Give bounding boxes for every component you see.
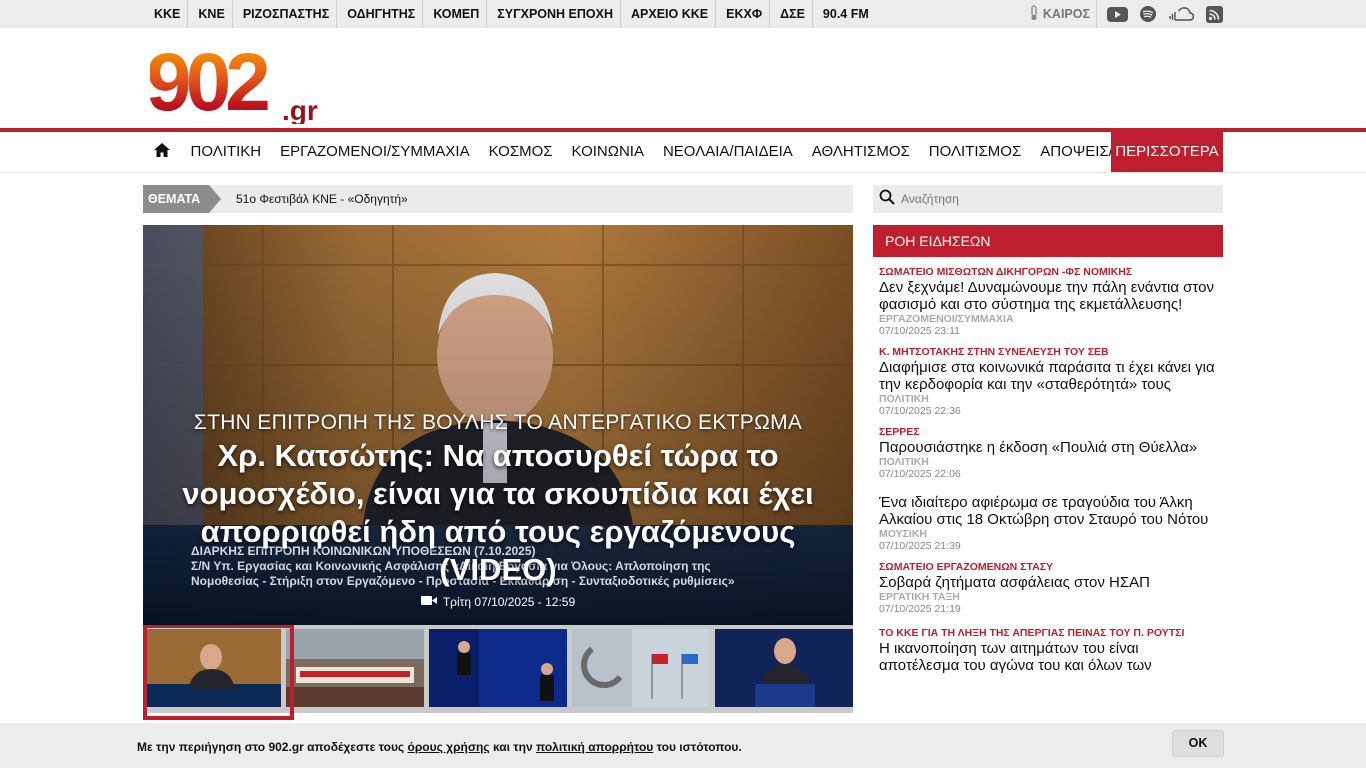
cookie-text-part: του ιστότοπου. (653, 740, 742, 754)
feed-item-section[interactable]: ΠΟΛΙΤΙΚΗ (879, 456, 1217, 468)
terms-of-use-link[interactable]: όρους χρήσης (408, 740, 490, 754)
feed-item[interactable]: ΣΩΜΑΤΕΙΟ ΕΡΓΑΖΟΜΕΝΩΝ ΣΤΑΣΥ Σοβαρά ζητήμα… (879, 561, 1217, 615)
feed-item-title[interactable]: Σοβαρά ζητήματα ασφάλειας στον ΗΣΑΠ (879, 574, 1217, 591)
nav-item-politiki[interactable]: ΠΟΛΙΤΙΚΗ (181, 132, 271, 172)
feed-item[interactable]: ΣΩΜΑΤΕΙΟ ΜΙΣΘΩΤΩΝ ΔΙΚΗΓΟΡΩΝ -ΦΣ ΝΟΜΙΚΗΣ … (879, 266, 1217, 337)
feed-item-title[interactable]: Η ικανοποίηση των αιτημάτων του είναι απ… (879, 640, 1217, 674)
search-bar (873, 185, 1223, 213)
rss-icon[interactable] (1206, 5, 1223, 23)
nav-item-athlitismos[interactable]: ΑΘΛΗΤΙΣΜΟΣ (802, 132, 919, 172)
search-input[interactable] (901, 192, 1201, 206)
top-link-komep[interactable]: ΚΟΜΕΠ (423, 0, 488, 28)
weather-link[interactable]: ΚΑΙΡΟΣ (1029, 0, 1097, 28)
news-feed: ΣΩΜΑΤΕΙΟ ΜΙΣΘΩΤΩΝ ΔΙΚΗΓΟΡΩΝ -ΦΣ ΝΟΜΙΚΗΣ … (873, 257, 1223, 674)
youtube-icon[interactable] (1107, 6, 1128, 22)
feed-item[interactable]: Κ. ΜΗΤΣΟΤΑΚΗΣ ΣΤΗΝ ΣΥΝΕΛΕΥΣΗ ΤΟΥ ΣΕΒ Δια… (879, 346, 1217, 417)
feed-item-title[interactable]: Διαφήμισε στα κοινωνικά παράσιτα τι έχει… (879, 359, 1217, 393)
hero-kicker: ΣΤΗΝ ΕΠΙΤΡΟΠΗ ΤΗΣ ΒΟΥΛΗΣ ΤΟ ΑΝΤΕΡΓΑΤΙΚΟ … (193, 411, 803, 434)
thumbnail-4[interactable] (572, 629, 710, 707)
hero-thumbnails (143, 625, 853, 720)
social-links (1097, 5, 1223, 23)
top-link-rizospastis[interactable]: ΡΙΖΟΣΠΑΣΤΗΣ (233, 0, 338, 28)
cookie-text-part: και την (489, 740, 536, 754)
more-menu-button[interactable]: ΠΕΡΙΣΣΟΤΕΡΑ (1111, 132, 1223, 172)
themata-label: ΘΕΜΑΤΑ (143, 185, 221, 213)
top-link-arxeio-kke[interactable]: ΑΡΧΕΙΟ ΚΚΕ (621, 0, 717, 28)
feed-item-date: 07/10/2025 21:39 (879, 540, 961, 552)
feed-item-category: ΣΩΜΑΤΕΙΟ ΕΡΓΑΖΟΜΕΝΩΝ ΣΤΑΣΥ (879, 561, 1054, 573)
feed-item[interactable]: ΣΕΡΡΕΣ Παρουσιάστηκε η έκδοση «Πουλιά στ… (879, 426, 1217, 480)
top-link-dse[interactable]: ΔΣΕ (770, 0, 813, 28)
hero-article[interactable]: ΔΙΑΡΚΗΣ ΕΠΙΤΡΟΠΗ ΚΟΙΝΩΝΙΚΩΝ ΥΠΟΘΕΣΕΩΝ (7… (143, 225, 853, 625)
cookie-consent-bar: Με την περιήγηση στο 902.gr αποδέχεστε τ… (0, 723, 1366, 768)
nav-item-kosmos[interactable]: ΚΟΣΜΟΣ (479, 132, 562, 172)
spotify-icon[interactable] (1140, 6, 1156, 22)
soundcloud-icon[interactable] (1168, 6, 1194, 22)
search-icon[interactable] (879, 189, 895, 210)
thumbnail-2[interactable] (286, 629, 424, 707)
logo-suffix: .gr (282, 95, 318, 124)
feed-item[interactable]: Ένα ιδιαίτερο αφιέρωμα σε τραγούδια του … (879, 494, 1217, 552)
feed-item-date: 07/10/2025 23:11 (879, 325, 960, 337)
feed-item-section[interactable]: ΕΡΓΑΖΟΜΕΝΟΙ/ΣΥΜΜΑΧΙΑ (879, 313, 1217, 325)
site-logo[interactable]: 902 .gr (146, 37, 320, 128)
feed-item[interactable]: ΤΟ ΚΚΕ ΓΙΑ ΤΗ ΛΗΞΗ ΤΗΣ ΑΠΕΡΓΙΑΣ ΠΕΙΝΑΣ Τ… (879, 627, 1217, 674)
cookie-text-part: Με την περιήγηση στο 902.gr αποδέχεστε τ… (137, 740, 408, 754)
top-link-ekxf[interactable]: ΕΚΧΦ (716, 0, 771, 28)
top-link-kke[interactable]: ΚΚΕ (143, 0, 189, 28)
cookie-ok-button[interactable]: OK (1172, 730, 1224, 757)
feed-item-date: 07/10/2025 21:19 (879, 603, 961, 615)
feed-item-date: 07/10/2025 22:36 (879, 405, 961, 417)
privacy-policy-link[interactable]: πολιτική απορρήτου (536, 740, 653, 754)
feed-item-title[interactable]: Δεν ξεχνάμε! Δυναμώνουμε την πάλη ενάντι… (879, 279, 1217, 313)
themata-topic-link[interactable]: 51ο Φεστιβάλ ΚΝΕ - «Οδηγητή» (236, 192, 408, 206)
feed-item-category: ΤΟ ΚΚΕ ΓΙΑ ΤΗ ΛΗΞΗ ΤΗΣ ΑΠΕΡΓΙΑΣ ΠΕΙΝΑΣ Τ… (879, 627, 1185, 639)
top-links: ΚΚΕ ΚΝΕ ΡΙΖΟΣΠΑΣΤΗΣ ΟΔΗΓΗΤΗΣ ΚΟΜΕΠ ΣΥΓΧΡ… (143, 0, 876, 28)
top-link-odigitis[interactable]: ΟΔΗΓΗΤΗΣ (337, 0, 424, 28)
logo-main: 902 (150, 40, 268, 124)
feed-item-category: ΣΩΜΑΤΕΙΟ ΜΙΣΘΩΤΩΝ ΔΙΚΗΓΟΡΩΝ -ΦΣ ΝΟΜΙΚΗΣ (879, 266, 1133, 278)
home-button[interactable] (143, 132, 181, 172)
main-nav: ΠΟΛΙΤΙΚΗ ΕΡΓΑΖΟΜΕΝΟΙ/ΣΥΜΜΑΧΙΑ ΚΟΣΜΟΣ ΚΟΙ… (0, 128, 1366, 173)
news-feed-heading[interactable]: ΡΟΗ ΕΙΔΗΣΕΩΝ (873, 225, 1223, 257)
home-icon (153, 142, 171, 163)
cookie-text: Με την περιήγηση στο 902.gr αποδέχεστε τ… (137, 740, 742, 754)
feed-item-section[interactable]: ΠΟΛΙΤΙΚΗ (879, 393, 1217, 405)
themata-bar: ΘΕΜΑΤΑ 51ο Φεστιβάλ ΚΝΕ - «Οδηγητή» (143, 185, 853, 213)
feed-item-category: Κ. ΜΗΤΣΟΤΑΚΗΣ ΣΤΗΝ ΣΥΝΕΛΕΥΣΗ ΤΟΥ ΣΕΒ (879, 346, 1109, 358)
nav-item-ergazomenoi[interactable]: ΕΡΓΑΖΟΜΕΝΟΙ/ΣΥΜΜΑΧΙΑ (271, 132, 480, 172)
video-camera-icon (420, 595, 437, 609)
feed-item-section[interactable]: ΜΟΥΣΙΚΗ (879, 528, 1217, 540)
site-header: 902 .gr (0, 28, 1366, 128)
hero-date: Τρίτη 07/10/2025 - 12:59 (442, 595, 576, 609)
weather-label: ΚΑΙΡΟΣ (1042, 7, 1090, 21)
feed-item-title[interactable]: Παρουσιάστηκε η έκδοση «Πουλιά στη Θύελλ… (879, 439, 1217, 456)
top-bar: ΚΚΕ ΚΝΕ ΡΙΖΟΣΠΑΣΤΗΣ ΟΔΗΓΗΤΗΣ ΚΟΜΕΠ ΣΥΓΧΡ… (0, 0, 1366, 28)
feed-item-title[interactable]: Ένα ιδιαίτερο αφιέρωμα σε τραγούδια του … (879, 494, 1217, 528)
thermometer-icon (1029, 4, 1039, 24)
nav-item-politismos[interactable]: ΠΟΛΙΤΙΣΜΟΣ (919, 132, 1030, 172)
nav-item-koinonia[interactable]: ΚΟΙΝΩΝΙΑ (562, 132, 653, 172)
thumbnail-3[interactable] (429, 629, 567, 707)
nav-item-neolaia[interactable]: ΝΕΟΛΑΙΑ/ΠΑΙΔΕΙΑ (653, 132, 802, 172)
top-link-kne[interactable]: ΚΝΕ (188, 0, 233, 28)
thumbnail-5[interactable] (715, 629, 853, 707)
feed-item-date: 07/10/2025 22:06 (879, 468, 961, 480)
thumbnail-1[interactable] (143, 629, 281, 707)
feed-item-section[interactable]: ΕΡΓΑΤΙΚΗ ΤΑΞΗ (879, 591, 1217, 603)
hero-title[interactable]: Χρ. Κατσώτης: Να αποσυρθεί τώρα το νομοσ… (143, 435, 853, 589)
feed-item-category: ΣΕΡΡΕΣ (879, 426, 920, 438)
top-link-radio[interactable]: 90.4 FM (813, 0, 876, 28)
top-link-sygxroni-epoxi[interactable]: ΣΥΓΧΡΟΝΗ ΕΠΟΧΗ (487, 0, 622, 28)
